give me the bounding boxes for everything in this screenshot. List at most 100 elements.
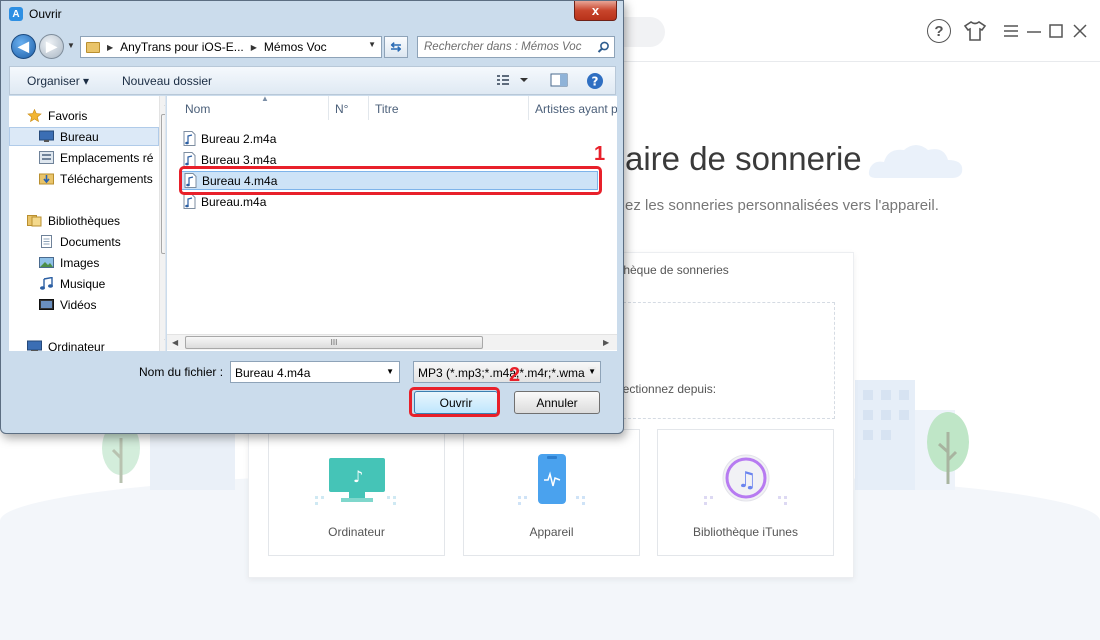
- nav-item-computer[interactable]: Ordinateur: [27, 337, 105, 351]
- forward-button[interactable]: ▶: [39, 34, 64, 59]
- search-placeholder: Rechercher dans : Mémos Voc: [424, 41, 582, 53]
- file-type-value: MP3 (*.mp3;*.m4a;*.m4r;*.wma: [418, 366, 585, 380]
- computer-icon: ♪: [315, 458, 396, 505]
- sort-ascending-icon: ▲: [261, 96, 269, 103]
- nav-documents-label: Documents: [60, 234, 121, 249]
- tree-illustration-right: [927, 412, 969, 484]
- scroll-thumb[interactable]: III: [185, 336, 483, 349]
- scroll-right-arrow-icon[interactable]: ▶: [603, 338, 609, 347]
- maximize-icon[interactable]: [1043, 18, 1069, 44]
- file-name: Bureau.m4a: [201, 194, 267, 209]
- open-file-dialog: A Ouvrir x ◀ ▶ ▼ ▶ AnyTrans pour iOS-E..…: [0, 0, 624, 434]
- recent-places-icon: [39, 151, 54, 164]
- filename-input[interactable]: Bureau 4.m4a ▼: [230, 361, 400, 383]
- nav-item-videos[interactable]: Vidéos: [39, 295, 96, 314]
- nav-item-favorites[interactable]: Favoris: [27, 106, 87, 125]
- nav-item-pictures[interactable]: Images: [39, 253, 99, 272]
- nav-recent-label: Emplacements ré: [60, 150, 154, 165]
- building-illustration-left: [150, 430, 235, 490]
- file-name: Bureau 2.m4a: [201, 131, 277, 146]
- address-bar[interactable]: ▶ AnyTrans pour iOS-E... ▶ Mémos Voc ▼: [80, 36, 382, 58]
- page-title: aire de sonnerie: [625, 140, 862, 177]
- desktop-icon: [39, 130, 54, 142]
- column-name-label: Nom: [185, 102, 211, 116]
- nav-pictures-label: Images: [60, 255, 100, 270]
- highlight-box-step-2: [409, 387, 500, 417]
- file-list-pane: ▲ Nom N° Titre Artistes ayant pa Bureau …: [167, 96, 617, 351]
- nav-item-music[interactable]: Musique: [39, 274, 105, 293]
- svg-text:♪: ♪: [353, 467, 363, 486]
- libraries-icon: [27, 215, 42, 227]
- file-row[interactable]: Bureau 2.m4a: [183, 129, 276, 148]
- cancel-button[interactable]: Annuler: [514, 391, 600, 414]
- scroll-thumb[interactable]: [161, 114, 165, 254]
- search-icon[interactable]: [597, 41, 610, 54]
- file-name: Bureau 3.m4a: [201, 152, 277, 167]
- address-dropdown-icon[interactable]: ▼: [368, 40, 376, 49]
- nav-item-recent-places[interactable]: Emplacements ré: [39, 148, 153, 167]
- preview-pane-icon[interactable]: [550, 72, 568, 88]
- filename-value: Bureau 4.m4a: [235, 366, 311, 380]
- nav-item-downloads[interactable]: Téléchargements: [39, 169, 153, 188]
- navigation-scrollbar[interactable]: ▲ ▼: [159, 96, 165, 351]
- highlight-box-step-1: [179, 166, 602, 195]
- back-button[interactable]: ◀: [11, 34, 36, 59]
- column-number-label: N°: [335, 102, 349, 116]
- new-folder-button[interactable]: Nouveau dossier: [122, 74, 212, 88]
- source-card-itunes[interactable]: ♫ Bibliothèque iTunes: [657, 429, 834, 556]
- navigation-pane: Favoris Bureau Emplacements ré Télécharg…: [9, 96, 166, 351]
- drop-zone-text: lectionnez depuis:: [620, 382, 717, 396]
- audio-file-icon: [183, 152, 196, 167]
- chevron-right-icon[interactable]: ▶: [107, 43, 113, 52]
- column-header-artists[interactable]: Artistes ayant pa: [529, 96, 617, 120]
- search-input[interactable]: Rechercher dans : Mémos Voc: [417, 36, 615, 58]
- column-artists-label: Artistes ayant pa: [535, 102, 617, 116]
- file-type-select[interactable]: MP3 (*.mp3;*.m4a;*.m4r;*.wma ▼: [413, 361, 601, 383]
- column-header-number[interactable]: N°: [329, 96, 369, 120]
- nav-item-documents[interactable]: Documents: [39, 232, 121, 251]
- dialog-title: Ouvrir: [29, 7, 62, 21]
- itunes-icon: ♫: [704, 454, 787, 505]
- column-title-label: Titre: [375, 102, 399, 116]
- source-card-itunes-label: Bibliothèque iTunes: [693, 525, 798, 539]
- organize-button[interactable]: Organiser ▾: [27, 74, 89, 88]
- breadcrumb-anytrans[interactable]: AnyTrans pour iOS-E...: [120, 40, 244, 54]
- scroll-down-arrow-icon[interactable]: ▼: [163, 337, 165, 346]
- source-card-device-label: Appareil: [529, 525, 574, 539]
- dialog-close-button[interactable]: x: [574, 1, 617, 21]
- nav-item-desktop[interactable]: Bureau: [9, 127, 159, 146]
- help-icon[interactable]: ?: [926, 18, 952, 44]
- folder-icon: [86, 41, 100, 53]
- scroll-left-arrow-icon[interactable]: ◀: [172, 338, 178, 347]
- file-list-horizontal-scrollbar[interactable]: ◀ III ▶: [167, 334, 617, 350]
- chevron-down-icon[interactable]: ▼: [386, 367, 394, 376]
- help-icon[interactable]: ?: [586, 72, 604, 90]
- source-card-device[interactable]: Appareil: [463, 429, 640, 556]
- column-header-name[interactable]: ▲ Nom: [179, 96, 329, 120]
- column-header-title[interactable]: Titre: [369, 96, 529, 120]
- close-app-icon[interactable]: [1067, 18, 1093, 44]
- skin-icon[interactable]: [962, 18, 988, 44]
- phone-icon: [518, 454, 585, 505]
- filename-label: Nom du fichier :: [139, 365, 224, 379]
- chevron-right-icon[interactable]: ▶: [251, 43, 257, 52]
- source-card-computer-label: Ordinateur: [328, 525, 385, 539]
- nav-desktop-label: Bureau: [60, 129, 99, 144]
- tab-ringtone-library[interactable]: thèque de sonneries: [620, 263, 729, 277]
- documents-icon: [41, 235, 52, 248]
- view-options-icon[interactable]: [495, 72, 529, 88]
- source-card-computer[interactable]: ♪ Ordinateur: [268, 429, 445, 556]
- file-drop-zone[interactable]: [618, 302, 835, 419]
- recent-locations-dropdown[interactable]: ▼: [67, 41, 75, 50]
- scroll-up-arrow-icon[interactable]: ▲: [163, 99, 165, 108]
- chevron-down-icon[interactable]: ▼: [588, 367, 596, 376]
- nav-videos-label: Vidéos: [60, 297, 97, 312]
- audio-file-icon: [183, 131, 196, 146]
- star-icon: [27, 109, 42, 122]
- dialog-titlebar: A Ouvrir: [9, 5, 62, 23]
- breadcrumb-memos-voc[interactable]: Mémos Voc: [264, 40, 327, 54]
- dialog-toolbar: Organiser ▾ Nouveau dossier ?: [9, 66, 616, 95]
- refresh-button[interactable]: ⇆: [384, 36, 408, 58]
- music-icon: [40, 277, 53, 290]
- nav-item-libraries[interactable]: Bibliothèques: [27, 211, 120, 230]
